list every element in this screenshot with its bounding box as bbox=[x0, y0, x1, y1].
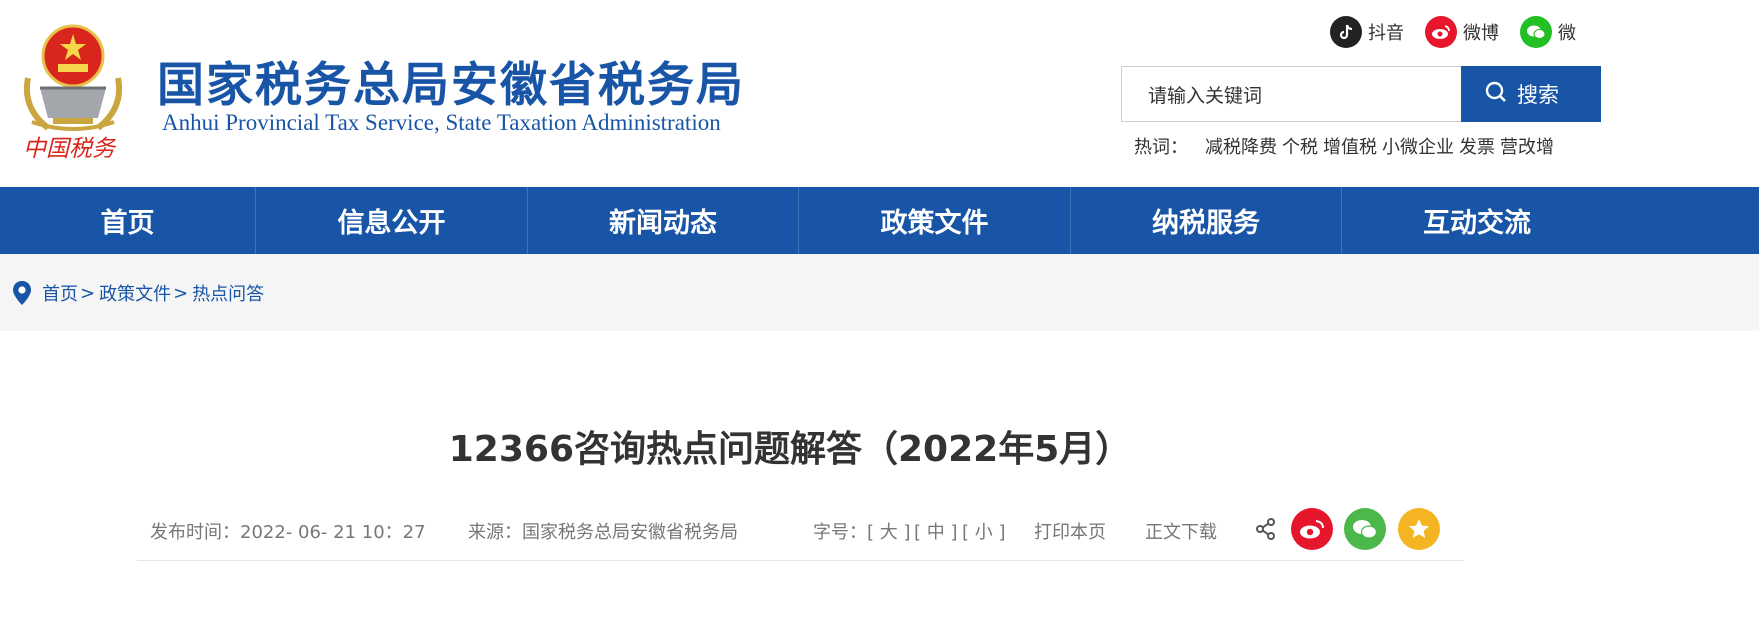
nav-item-info-disclosure[interactable]: 信息公开 bbox=[256, 187, 528, 254]
main-nav: 首页 信息公开 新闻动态 政策文件 纳税服务 互动交流 bbox=[0, 187, 1759, 254]
nav-item-news[interactable]: 新闻动态 bbox=[528, 187, 799, 254]
hotword-link[interactable]: 个税 bbox=[1282, 133, 1318, 159]
wechat-label: 微 bbox=[1558, 23, 1576, 44]
hotword-link[interactable]: 营改增 bbox=[1500, 133, 1554, 159]
douyin-icon bbox=[1330, 16, 1362, 48]
breadcrumb-separator: > bbox=[80, 282, 96, 304]
search-input[interactable]: 请输入关键词 bbox=[1121, 66, 1462, 122]
article-source: 来源：国家税务总局安徽省税务局 bbox=[468, 522, 738, 543]
nav-item-interaction[interactable]: 互动交流 bbox=[1342, 187, 1612, 254]
download-button[interactable]: 正文下载 bbox=[1145, 518, 1217, 544]
tax-emblem-logo[interactable]: 中国税务 bbox=[18, 18, 128, 163]
nav-item-policy[interactable]: 政策文件 bbox=[799, 187, 1071, 254]
article-title: 12366咨询热点问题解答（2022年5月） bbox=[448, 429, 1132, 470]
emblem-text: 中国税务 bbox=[23, 136, 117, 162]
hotword-link[interactable]: 减税降费 bbox=[1205, 133, 1277, 159]
site-subtitle: Anhui Provincial Tax Service, State Taxa… bbox=[162, 110, 721, 135]
publish-time: 发布时间：2022- 06- 21 10：27 bbox=[150, 522, 426, 543]
douyin-label: 抖音 bbox=[1368, 23, 1404, 44]
wechat-icon bbox=[1520, 16, 1552, 48]
breadcrumb-separator: > bbox=[173, 282, 189, 304]
weibo-link[interactable]: 微博 bbox=[1425, 16, 1499, 48]
location-pin-icon bbox=[12, 280, 32, 306]
site-title: 国家税务总局安徽省税务局 bbox=[157, 58, 745, 113]
search-button-label: 搜索 bbox=[1517, 83, 1559, 107]
weibo-label: 微博 bbox=[1463, 23, 1499, 44]
breadcrumb-bar: 首页 > 政策文件 > 热点问答 bbox=[0, 254, 1759, 331]
douyin-link[interactable]: 抖音 bbox=[1330, 16, 1404, 48]
nav-item-tax-service[interactable]: 纳税服务 bbox=[1071, 187, 1342, 254]
weibo-icon bbox=[1425, 16, 1457, 48]
breadcrumb: 首页 > 政策文件 > 热点问答 bbox=[12, 280, 264, 306]
hotword-link[interactable]: 增值税 bbox=[1323, 133, 1377, 159]
print-button[interactable]: 打印本页 bbox=[1034, 518, 1106, 544]
nav-item-home[interactable]: 首页 bbox=[0, 187, 256, 254]
weibo-share-icon[interactable] bbox=[1291, 508, 1333, 550]
favorite-star-icon[interactable] bbox=[1398, 508, 1440, 550]
hotwords-label: 热词： bbox=[1134, 137, 1188, 158]
hotword-link[interactable]: 小微企业 bbox=[1382, 133, 1454, 159]
font-medium-button[interactable]: [ 中 ] bbox=[914, 518, 958, 544]
font-small-button[interactable]: [ 小 ] bbox=[962, 518, 1006, 544]
search-button[interactable]: 搜索 bbox=[1461, 66, 1601, 122]
meta-divider bbox=[137, 560, 1464, 561]
hotwords: 热词： 减税降费 个税 增值税 小微企业 发票 营改增 bbox=[1134, 133, 1554, 159]
breadcrumb-hot-qa[interactable]: 热点问答 bbox=[192, 280, 264, 306]
wechat-share-icon[interactable] bbox=[1344, 508, 1386, 550]
breadcrumb-home[interactable]: 首页 bbox=[42, 280, 78, 306]
site-header: 中国税务 国家税务总局安徽省税务局 Anhui Provincial Tax S… bbox=[0, 0, 1759, 187]
font-large-button[interactable]: [ 大 ] bbox=[867, 518, 911, 544]
search-icon bbox=[1485, 81, 1507, 108]
hotword-link[interactable]: 发票 bbox=[1459, 133, 1495, 159]
breadcrumb-policy[interactable]: 政策文件 bbox=[99, 280, 171, 306]
font-size-label: 字号： bbox=[813, 522, 867, 543]
wechat-link[interactable]: 微 bbox=[1520, 16, 1576, 48]
share-icon[interactable] bbox=[1245, 508, 1287, 550]
